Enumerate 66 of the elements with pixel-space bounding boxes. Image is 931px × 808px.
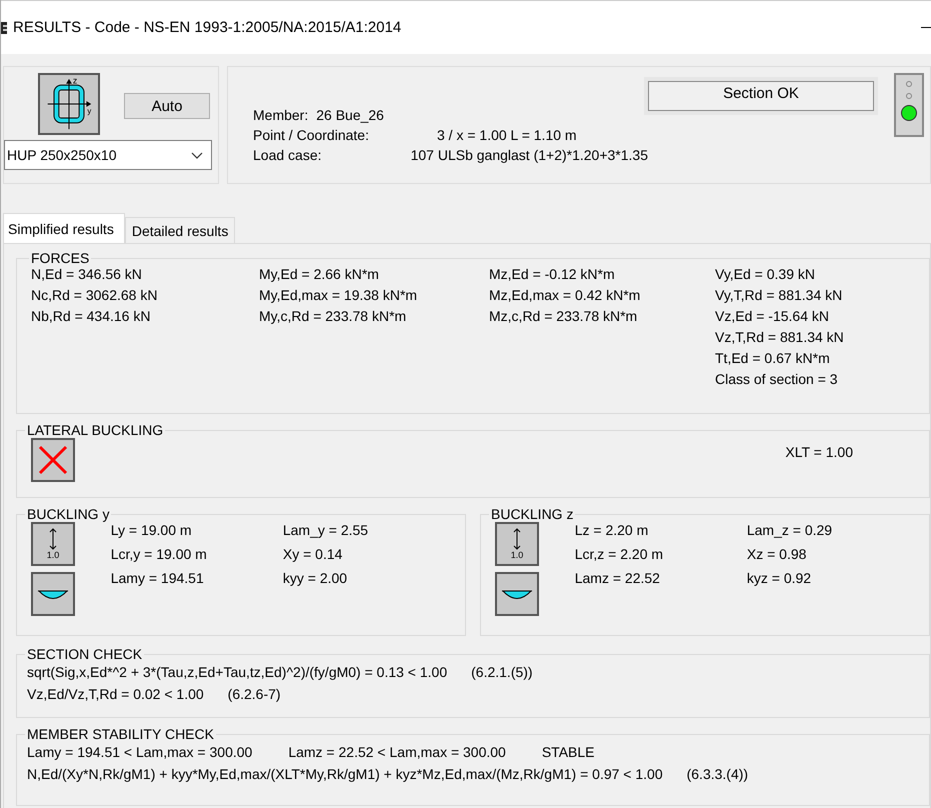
result-value: Lz = 2.20 m (574, 522, 650, 538)
result-value: Vy,Ed = 0.39 kN (715, 266, 816, 282)
info-value: 107 ULSb ganglast (1+2)*1.20+3*1.35 (410, 147, 648, 163)
tab[interactable]: Detailed results (124, 217, 236, 243)
result-value: Xy = 0.14 (282, 546, 344, 562)
result-value: kyz = 0.92 (746, 570, 812, 586)
buckling-shape-button[interactable] (495, 572, 539, 616)
caret-icon[interactable] (191, 152, 203, 158)
window-title: RESULTS - Code - NS-EN 1993-1:2005/NA:2015/A1:2014 (13, 19, 402, 36)
result-value: Lamy = 194.51 (110, 570, 205, 586)
result-value: Tt,Ed = 0.67 kN*m (715, 350, 831, 366)
check-text: (6.3.3.(4)) (686, 766, 748, 782)
group-title: BUCKLING z (490, 506, 574, 522)
result-value: Nb,Rd = 434.16 kN (31, 308, 152, 324)
result-value: My,Ed,max = 19.38 kN*m (259, 287, 418, 303)
lateral-buckling-toggle[interactable] (31, 438, 75, 482)
profile-dropdown[interactable]: HUP 250x250x10 (4, 140, 212, 170)
length-factor-button[interactable]: 1.0 (31, 522, 75, 566)
result-value: N,Ed = 346.56 kN (31, 266, 143, 282)
result-value: XLT = 1.00 (785, 444, 853, 460)
check-text: N,Ed/(Xy*N,Rk/gM1) + kyy*My,Ed,max/(XLT*My,Rk/gM1) + kyz*Mz,Ed,max/(Mz,Rk/gM1) = 0.97 < 1.00 (27, 766, 663, 782)
info-label: Point / Coordinate: (253, 127, 370, 143)
result-value: My,Ed = 2.66 kN*m (259, 266, 380, 282)
group-title: FORCES (30, 250, 90, 266)
check-text: Vz,Ed/Vz,T,Rd = 0.02 < 1.00 (27, 686, 204, 702)
result-value: Mz,c,Rd = 233.78 kN*m (489, 308, 638, 324)
result-value: Lcr,z = 2.20 m (574, 546, 664, 562)
result-value: Lam_z = 0.29 (746, 522, 834, 538)
result-value: Class of section = 3 (715, 371, 839, 387)
result-value: Lcr,y = 19.00 m (110, 546, 208, 562)
result-value: Lamz = 22.52 (574, 570, 661, 586)
check-text: STABLE (542, 744, 594, 760)
check-text: sqrt(Sig,x,Ed*^2 + 3*(Tau,z,Ed+Tau,tz,Ed)^2)/(fy/gM0) = 0.13 < 1.00 (27, 664, 448, 680)
auto-button[interactable]: Auto (124, 93, 210, 119)
bowl-icon (38, 590, 68, 599)
tab[interactable]: Simplified results (3, 213, 125, 243)
group-title: MEMBER STABILITY CHECK (26, 726, 215, 742)
group-title: LATERAL BUCKLING (26, 422, 164, 438)
bowl-icon (502, 590, 532, 599)
double-arrow-icon (50, 528, 56, 550)
result-value: My,c,Rd = 233.78 kN*m (259, 308, 408, 324)
check-text: (6.2.6-7) (228, 686, 281, 702)
result-value: Vz,T,Rd = 881.34 kN (715, 329, 845, 345)
member-value: 26 Bue_26 (316, 107, 384, 123)
result-value: Mz,Ed,max = 0.42 kN*m (489, 287, 642, 303)
member-label: Member: (253, 107, 308, 123)
length-factor-button[interactable]: 1.0 (495, 522, 539, 566)
result-value: Vy,T,Rd = 881.34 kN (715, 287, 844, 303)
group-title: BUCKLING y (26, 506, 110, 522)
result-value: Lam_y = 2.55 (282, 522, 370, 538)
info-label: Load case: (253, 147, 322, 163)
result-value: Nc,Rd = 3062.68 kN (31, 287, 158, 303)
check-text: Lamy = 194.51 < Lam,max = 300.00 (27, 744, 252, 760)
double-arrow-icon (514, 528, 520, 550)
minimize-icon[interactable] (921, 26, 931, 28)
group-title: SECTION CHECK (26, 646, 144, 662)
info-value: 3 / x = 1.00 L = 1.10 m (437, 127, 577, 143)
buckling-shape-button[interactable] (31, 572, 75, 616)
result-value: Vz,Ed = -15.64 kN (715, 308, 830, 324)
result-value: Mz,Ed = -0.12 kN*m (489, 266, 616, 282)
result-value: kyy = 2.00 (282, 570, 348, 586)
result-value: Xz = 0.98 (746, 546, 808, 562)
check-text: Lamz = 22.52 < Lam,max = 300.00 (288, 744, 506, 760)
check-text: (6.2.1.(5)) (471, 664, 533, 680)
result-value: Ly = 19.00 m (110, 522, 193, 538)
cross-section-icon[interactable]: z y (38, 73, 100, 135)
